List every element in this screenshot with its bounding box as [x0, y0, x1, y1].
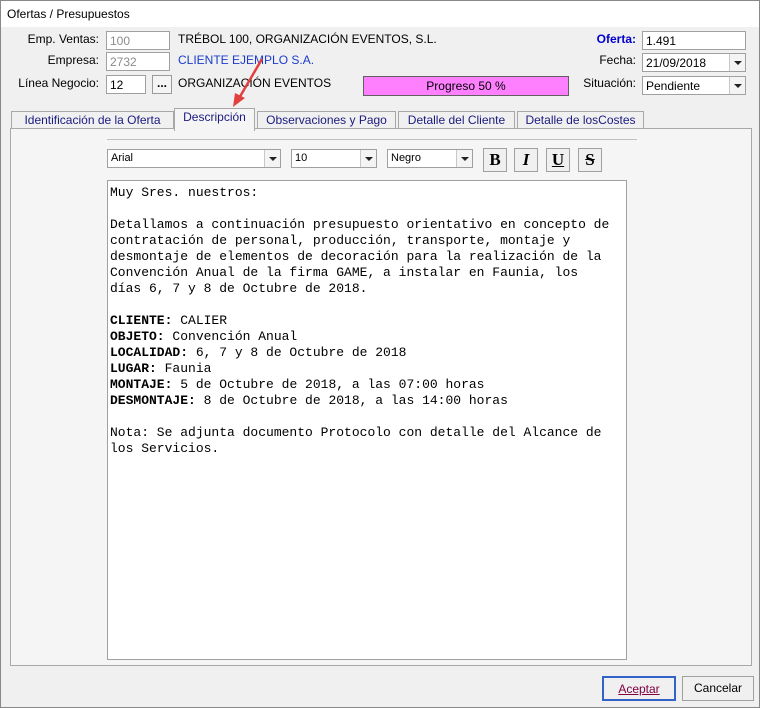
font-family-select[interactable]: Arial [107, 149, 281, 168]
emp-ventas-code-field[interactable]: 100 [106, 31, 170, 50]
editor-line-text: 8 de Octubre de 2018, a las 14:00 horas [195, 393, 508, 408]
font-family-value: Arial [111, 152, 134, 164]
accept-label: Aceptar [618, 682, 660, 696]
editor-line: MONTAJE: 5 de Octubre de 2018, a las 07:… [110, 377, 624, 393]
empresa-code-field[interactable]: 2732 [106, 52, 170, 71]
empresa-label: Empresa: [47, 53, 99, 67]
linea-negocio-code-field[interactable]: 12 [106, 75, 146, 94]
editor-line: Nota: Se adjunta documento Protocolo con… [110, 425, 624, 441]
editor-line: Detallamos a continuación presupuesto or… [110, 217, 624, 233]
situacion-select[interactable]: Pendiente [642, 76, 746, 95]
chevron-down-icon[interactable] [729, 54, 745, 71]
fecha-picker[interactable]: 21/09/2018 [642, 53, 746, 72]
editor-line-keyword: LUGAR: [110, 361, 157, 376]
progress-bar: Progreso 50 % [363, 76, 569, 96]
editor-line: desmontaje de elementos de decoración pa… [110, 249, 624, 265]
editor-line: Convención Anual de la firma GAME, a ins… [110, 265, 624, 281]
bold-button[interactable]: B [483, 148, 507, 172]
linea-negocio-label: Línea Negocio: [18, 76, 99, 90]
editor-line-text: CALIER [172, 313, 228, 328]
emp-ventas-label: Emp. Ventas: [27, 32, 99, 46]
editor-line-text: Muy Sres. nuestros: [110, 185, 259, 200]
font-size-select[interactable]: 10 [291, 149, 377, 168]
editor-line: OBJETO: Convención Anual [110, 329, 624, 345]
editor-line-text: 6, 7 y 8 de Octubre de 2018 [188, 345, 407, 360]
editor-line-text: contratación de personal, producción, tr… [110, 233, 571, 248]
editor-line: LUGAR: Faunia [110, 361, 624, 377]
underline-button[interactable]: U [546, 148, 570, 172]
toolbar-divider [107, 139, 637, 140]
editor-line: contratación de personal, producción, tr… [110, 233, 624, 249]
linea-negocio-lookup-button[interactable]: ... [152, 75, 172, 94]
editor-line-text: Faunia [156, 361, 212, 376]
cancel-label: Cancelar [693, 681, 743, 695]
situacion-label: Situación: [583, 76, 636, 90]
strikethrough-button[interactable]: S [578, 148, 602, 172]
oferta-label: Oferta: [596, 32, 636, 46]
fecha-label: Fecha: [599, 53, 636, 67]
editor-line: días 6, 7 y 8 de Octubre de 2018. [110, 281, 624, 297]
editor-line-text: 5 de Octubre de 2018, a las 07:00 horas [172, 377, 485, 392]
font-color-select[interactable]: Negro [387, 149, 473, 168]
editor-line-text: Detallamos a continuación presupuesto or… [110, 217, 610, 232]
title-bar: Ofertas / Presupuestos [1, 1, 759, 27]
descripcion-panel: Arial 10 Negro B I U S Muy Sres. nuestro… [10, 128, 752, 666]
fecha-value: 21/09/2018 [646, 56, 707, 70]
chevron-down-icon[interactable] [729, 77, 745, 94]
cancel-button[interactable]: Cancelar [682, 676, 754, 701]
editor-line: los Servicios. [110, 441, 624, 457]
editor-line-text: Convención Anual de la firma GAME, a ins… [110, 265, 579, 280]
accept-button[interactable]: Aceptar [602, 676, 676, 701]
situacion-value: Pendiente [646, 79, 701, 93]
emp-ventas-name: TRÉBOL 100, ORGANIZACIÓN EVENTOS, S.L. [178, 32, 437, 46]
offers-window: Ofertas / Presupuestos Emp. Ventas: 100 … [0, 0, 760, 708]
editor-line-text: los Servicios. [110, 441, 220, 456]
editor-line-keyword: CLIENTE: [110, 313, 173, 328]
editor-line: LOCALIDAD: 6, 7 y 8 de Octubre de 2018 [110, 345, 624, 361]
editor-line-keyword: DESMONTAJE: [110, 393, 196, 408]
editor-line-text: días 6, 7 y 8 de Octubre de 2018. [110, 281, 368, 296]
font-size-value: 10 [295, 152, 308, 164]
editor-line-text: Convención Anual [164, 329, 298, 344]
font-color-value: Negro [391, 152, 421, 164]
editor-line-text: desmontaje de elementos de decoración pa… [110, 249, 602, 264]
editor-line-text: Nota: Se adjunta documento Protocolo con… [110, 425, 602, 440]
chevron-down-icon[interactable] [264, 150, 280, 167]
editor-line: DESMONTAJE: 8 de Octubre de 2018, a las … [110, 393, 624, 409]
editor-line: Muy Sres. nuestros: [110, 185, 624, 201]
chevron-down-icon[interactable] [456, 150, 472, 167]
editor-line-keyword: OBJETO: [110, 329, 165, 344]
tab-descripcion[interactable]: Descripción [174, 108, 255, 131]
annotation-arrow-icon [233, 58, 264, 107]
description-editor[interactable]: Muy Sres. nuestros: Detallamos a continua… [107, 180, 627, 660]
editor-line: CLIENTE: CALIER [110, 313, 624, 329]
oferta-number-field[interactable]: 1.491 [642, 31, 746, 50]
editor-line-keyword: LOCALIDAD: [110, 345, 189, 360]
window-title: Ofertas / Presupuestos [7, 7, 130, 21]
editor-line-keyword: MONTAJE: [110, 377, 173, 392]
chevron-down-icon[interactable] [360, 150, 376, 167]
italic-button[interactable]: I [514, 148, 538, 172]
